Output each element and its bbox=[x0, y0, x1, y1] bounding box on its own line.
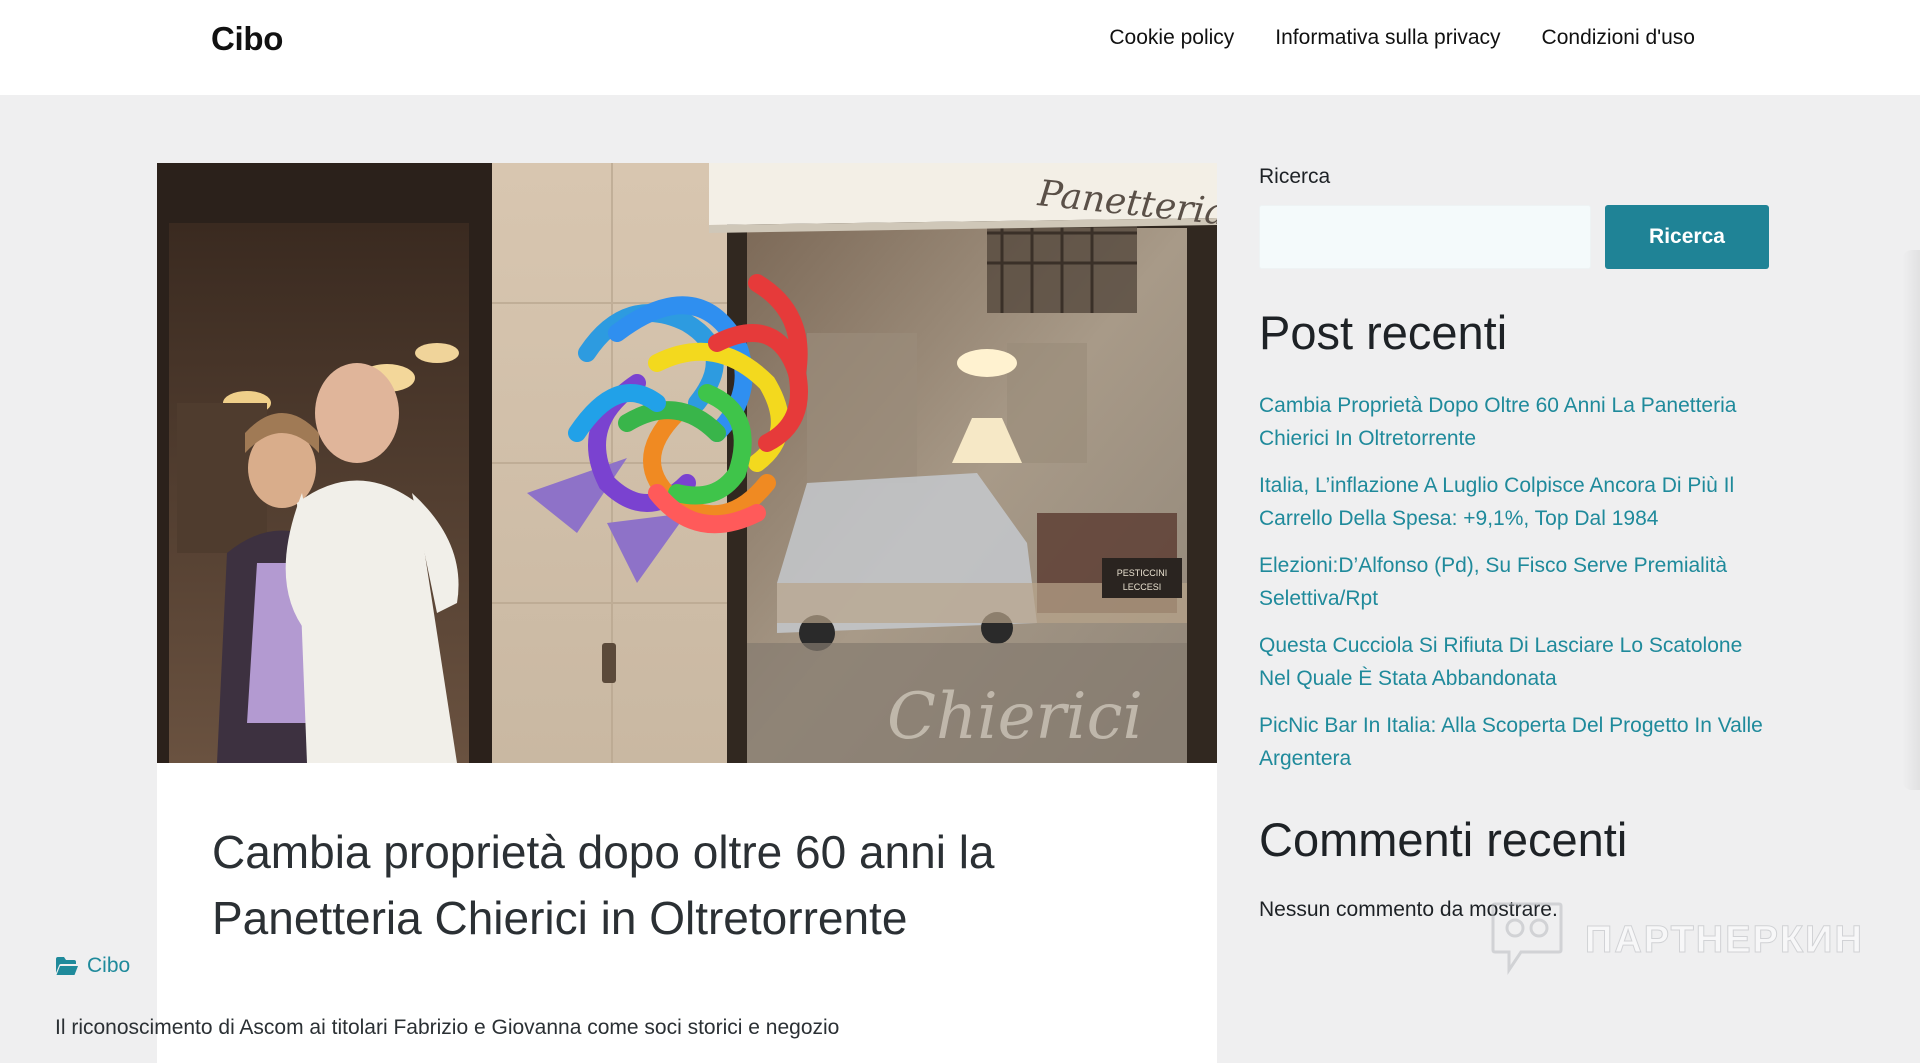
recent-post-link[interactable]: Italia, L’inflazione A Luglio Colpisce A… bbox=[1259, 474, 1734, 530]
recent-comments-heading: Commenti recenti bbox=[1259, 813, 1628, 866]
image-window-text: Chierici bbox=[887, 680, 1143, 754]
list-item: Italia, L’inflazione A Luglio Colpisce A… bbox=[1259, 469, 1774, 535]
list-item: PicNic Bar In Italia: Alla Scoperta Del … bbox=[1259, 709, 1774, 775]
chat-bubble-icon bbox=[1491, 902, 1563, 975]
folder-open-icon bbox=[56, 957, 78, 975]
recent-post-link[interactable]: Elezioni:D’Alfonso (Pd), Su Fisco Serve … bbox=[1259, 554, 1727, 610]
image-box-label-top: PESTICCINI bbox=[1117, 568, 1168, 578]
nav-link-terms[interactable]: Condizioni d'uso bbox=[1542, 26, 1695, 50]
image-box-label-bottom: LECCESI bbox=[1123, 582, 1162, 592]
site-title-link[interactable]: Cibo bbox=[211, 20, 283, 58]
article-card: PESTICCINI LECCESI Chierici Panetteria C… bbox=[157, 163, 1217, 1063]
featured-image: PESTICCINI LECCESI Chierici Panetteria bbox=[157, 163, 1217, 763]
search-input[interactable] bbox=[1259, 205, 1591, 269]
category-link[interactable]: Cibo bbox=[87, 954, 130, 978]
featured-image-link[interactable]: PESTICCINI LECCESI Chierici Panetteria bbox=[157, 163, 1217, 763]
list-item: Cambia Proprietà Dopo Oltre 60 Anni La P… bbox=[1259, 389, 1774, 455]
nav-link-privacy[interactable]: Informativa sulla privacy bbox=[1275, 26, 1500, 50]
page-edge-shadow bbox=[1902, 250, 1920, 790]
search-label: Ricerca bbox=[1259, 165, 1331, 188]
list-item: Elezioni:D’Alfonso (Pd), Su Fisco Serve … bbox=[1259, 549, 1774, 615]
article-title: Cambia proprietà dopo oltre 60 anni la P… bbox=[212, 826, 995, 944]
main-nav: Cookie policy Informativa sulla privacy … bbox=[1109, 26, 1695, 50]
nav-link-cookie-policy[interactable]: Cookie policy bbox=[1109, 26, 1234, 50]
watermark-text: ПАРТНЕРКИН bbox=[1585, 918, 1864, 961]
article-category: Cibo bbox=[55, 954, 130, 978]
recent-post-link[interactable]: PicNic Bar In Italia: Alla Scoperta Del … bbox=[1259, 714, 1763, 770]
site-header: Cibo Cookie policy Informativa sulla pri… bbox=[0, 0, 1920, 95]
recent-post-link[interactable]: Questa Cucciola Si Rifiuta Di Lasciare L… bbox=[1259, 634, 1742, 690]
recent-post-link[interactable]: Cambia Proprietà Dopo Oltre 60 Anni La P… bbox=[1259, 394, 1736, 450]
recent-posts-list: Cambia Proprietà Dopo Oltre 60 Anni La P… bbox=[1259, 389, 1774, 789]
list-item: Questa Cucciola Si Rifiuta Di Lasciare L… bbox=[1259, 629, 1774, 695]
watermark: ПАРТНЕРКИН bbox=[1489, 900, 1864, 980]
recent-posts-heading: Post recenti bbox=[1259, 306, 1508, 359]
search-button[interactable]: Ricerca bbox=[1605, 205, 1769, 269]
article-excerpt: Il riconoscimento di Ascom ai titolari F… bbox=[55, 1016, 840, 1039]
